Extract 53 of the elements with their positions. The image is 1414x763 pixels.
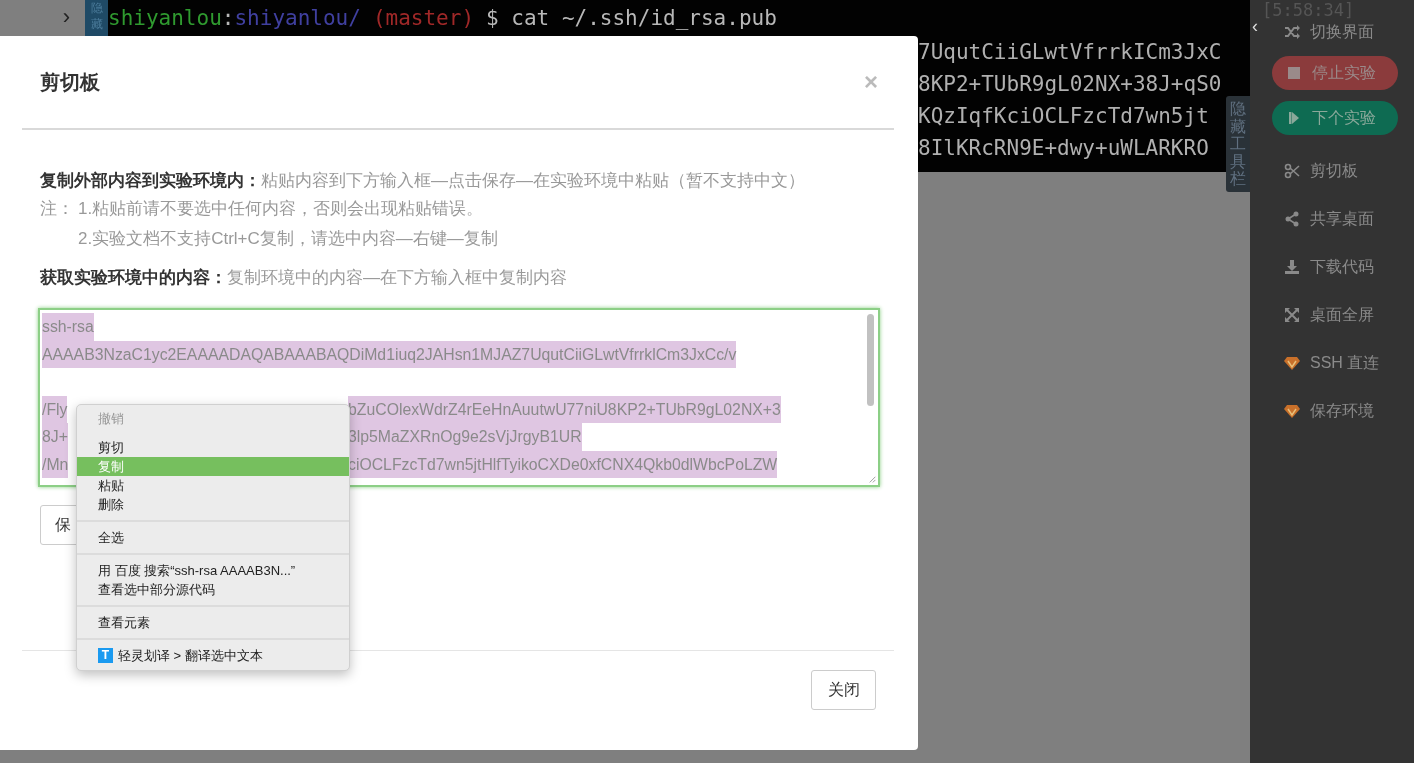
- prompt-separator: :: [221, 6, 235, 30]
- menu-item[interactable]: 用 百度 搜索“ssh-rsa AAAAB3N...”: [77, 561, 349, 580]
- sidebar-item[interactable]: 剪切板: [1250, 147, 1358, 195]
- gem-icon: [1284, 355, 1300, 371]
- dialog-title: 剪切板: [40, 69, 100, 95]
- next-button[interactable]: 下个实验: [1272, 101, 1398, 135]
- terminal-output-line: 7UqutCiiGLwtVfrrkICm3JxC: [918, 39, 1222, 66]
- chevron-icon[interactable]: ›: [0, 4, 70, 30]
- sidebar-item[interactable]: 保存环境: [1250, 387, 1374, 435]
- translate-icon: T: [98, 648, 113, 663]
- terminal-output-line: 8KP2+TUbR9gL02NX+38J+qS0: [918, 71, 1222, 98]
- menu-item[interactable]: 查看元素: [77, 613, 349, 632]
- terminal-command: $ cat ~/.ssh/id_rsa.pub: [486, 6, 777, 30]
- sidebar-item[interactable]: 下载代码: [1250, 243, 1374, 291]
- selected-text: 8J+: [42, 423, 68, 451]
- terminal-output-line: 8IlKRcRN9E+dwy+uWLARKRO: [918, 135, 1209, 162]
- note-text: 2.实验文档不支持Ctrl+C复制，请选中内容—右键—复制: [78, 228, 498, 250]
- selected-text: bZuCOlexWdrZ4rEeHnAuutwU77niU8KP2+TUbR9gL02NX+3: [348, 395, 781, 423]
- sidebar-item[interactable]: 共享桌面: [1250, 195, 1374, 243]
- sidebar-item[interactable]: 桌面全屏: [1250, 291, 1374, 339]
- menu-item[interactable]: 剪切: [77, 438, 349, 457]
- selected-text: AAAAB3NzaC1yc2EAAAADAQABAAABAQDiMd1iuq2JAHsn1MJAZ7UqutCiiGLwtVfrrklCm3JxCc/v: [42, 340, 737, 368]
- collapse-icon[interactable]: ‹: [1252, 16, 1258, 37]
- close-dialog-button[interactable]: 关闭: [811, 670, 876, 710]
- prompt-path: shiyanlou/: [234, 6, 361, 30]
- menu-item[interactable]: 查看选中部分源代码: [77, 580, 349, 599]
- copy-instructions: 获取实验环境中的内容：复制环境中的内容—在下方输入框中复制内容: [40, 267, 568, 289]
- selected-text: ssh-rsa: [42, 313, 94, 341]
- selected-text: /Fly: [42, 395, 68, 423]
- close-button[interactable]: ×: [864, 68, 878, 96]
- prompt-user: shiyanlou: [108, 6, 222, 30]
- paste-instructions: 复制外部内容到实验环境内：粘贴内容到下方输入框—点击保存—在实验环境中粘贴（暂不支持中文）: [40, 170, 806, 192]
- selected-text: 3lp5MaZXRnOg9e2sVjJrgyB1UR: [348, 423, 582, 451]
- share-icon: [1284, 211, 1300, 227]
- selected-text: ciOCLFzcTd7wn5jtHlfTyikoCXDe0xfCNX4Qkb0dlWbcPoLZW: [348, 450, 778, 478]
- menu-item[interactable]: 复制: [77, 457, 349, 476]
- prompt-branch: (master): [372, 6, 475, 30]
- selected-text: /Mn: [42, 450, 69, 478]
- stop-icon: [1286, 65, 1302, 81]
- expand-icon: [1284, 307, 1300, 323]
- download-icon: [1284, 259, 1300, 275]
- scissors-icon: [1284, 163, 1300, 179]
- note-label: 注：: [40, 198, 75, 220]
- scrollbar-thumb[interactable]: [867, 314, 874, 406]
- shuffle-icon: [1284, 24, 1300, 40]
- terminal-output-line: KQzIqfKciOCLFzcTd7wn5jt: [918, 103, 1209, 130]
- menu-item[interactable]: 粘贴: [77, 476, 349, 495]
- sidebar-item[interactable]: SSH 直连: [1250, 339, 1380, 387]
- note-text: 1.粘贴前请不要选中任何内容，否则会出现粘贴错误。: [78, 198, 485, 220]
- gem-icon: [1284, 403, 1300, 419]
- hide-toolbar-tab[interactable]: 隐藏工具栏: [1226, 96, 1250, 192]
- menu-item[interactable]: T 轻灵划译 > 翻译选中文本: [77, 646, 349, 665]
- stop-button[interactable]: 停止实验: [1272, 56, 1398, 90]
